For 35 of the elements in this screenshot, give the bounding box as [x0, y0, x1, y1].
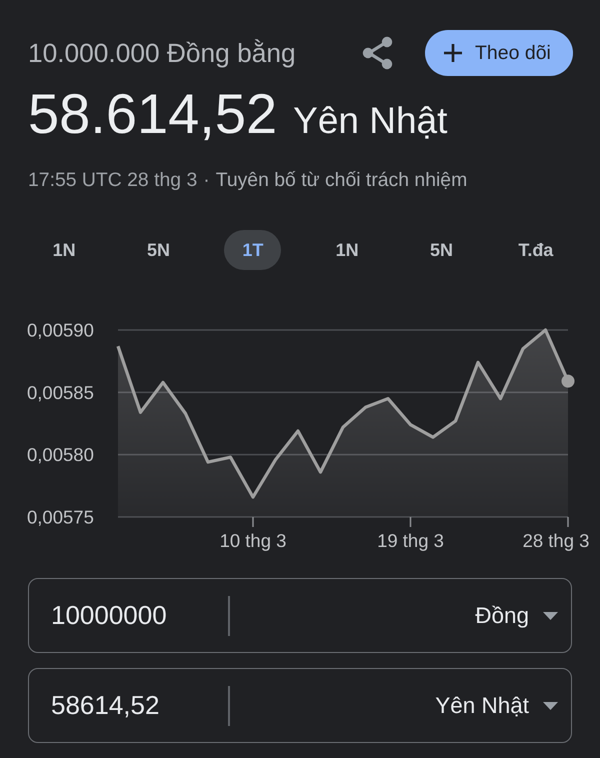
y-axis-label: 0,00580 — [27, 444, 94, 466]
last-point-dot — [562, 374, 574, 388]
plus-icon — [443, 43, 463, 63]
x-tick-mark — [410, 517, 412, 527]
caret-icon — [543, 612, 558, 620]
x-axis-label: 28 thg 3 — [522, 530, 590, 551]
range-tab[interactable]: 1N — [36, 230, 93, 270]
currency-select[interactable]: Yên Nhật — [230, 669, 571, 742]
x-tick-mark — [252, 517, 254, 527]
disclaimer-link[interactable]: Tuyên bố từ chối trách nhiệm — [216, 168, 468, 192]
separator-dot: · — [203, 168, 210, 192]
range-tab[interactable]: 1T — [224, 230, 282, 270]
range-tab[interactable]: 5N — [130, 230, 187, 270]
range-tab[interactable]: 5N — [412, 230, 470, 270]
y-axis-label: 0,00585 — [27, 382, 94, 403]
range-tab[interactable]: 1N — [318, 230, 376, 270]
caret-icon — [543, 702, 558, 710]
follow-button[interactable]: Theo dõi — [425, 30, 573, 76]
x-axis-label: 10 thg 3 — [220, 530, 286, 551]
source-amount: 10.000.000 Đồng bằng — [28, 38, 297, 68]
converter-field[interactable]: 10000000 Đồng — [28, 578, 572, 653]
amount-input[interactable]: 10000000 — [29, 579, 228, 652]
x-tick-mark — [567, 517, 569, 527]
y-axis-label: 0,00575 — [27, 506, 94, 528]
target-currency: Yên Nhật — [293, 99, 448, 143]
converter-field[interactable]: 58614,52 Yên Nhật — [28, 668, 572, 743]
amount-input[interactable]: 58614,52 — [29, 669, 228, 742]
update-time: 17:55 UTC 28 thg 3 — [28, 168, 198, 192]
range-tab[interactable]: T.đa — [507, 230, 564, 270]
x-axis-label: 19 thg 3 — [377, 530, 444, 551]
converted-value: 58.614,52 — [28, 82, 278, 146]
share-button[interactable] — [361, 36, 395, 70]
share-icon — [362, 36, 394, 70]
currency-select[interactable]: Đồng — [230, 579, 571, 652]
y-axis-label: 0,00590 — [27, 320, 94, 340]
